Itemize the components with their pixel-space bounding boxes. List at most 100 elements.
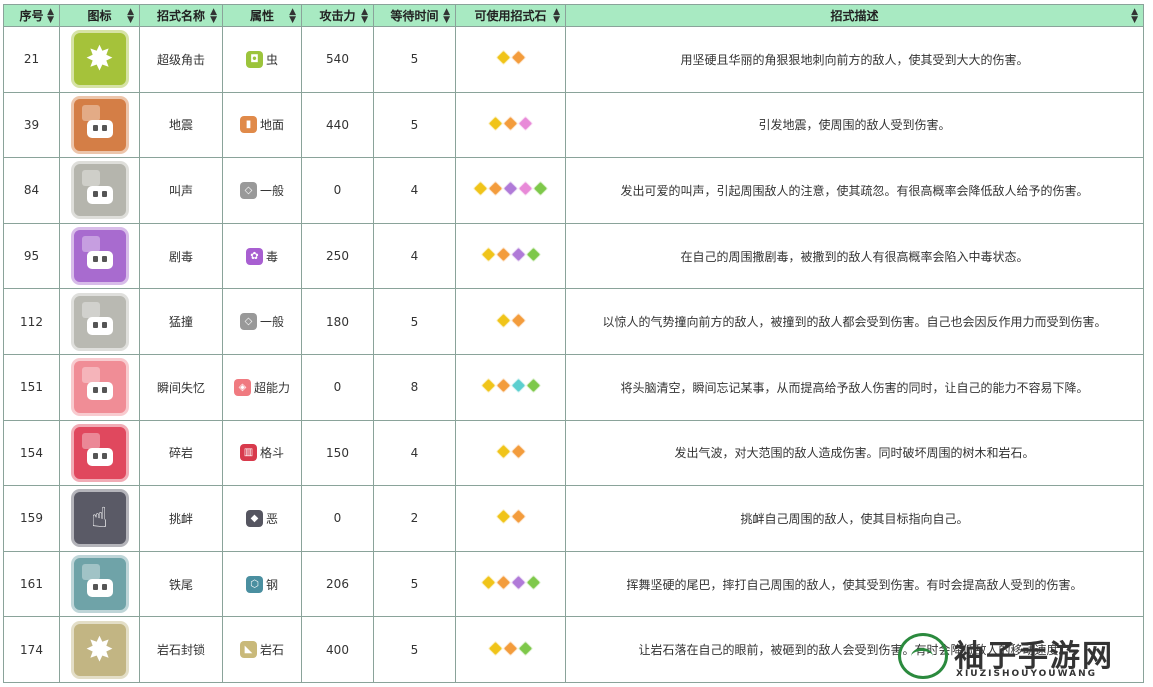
cell-icon [59, 419, 140, 487]
cell-desc: 将头脑清空，瞬间忘记某事，从而提高给予敌人伤害的同时，让自己的能力不容易下降。 [565, 353, 1144, 421]
type-label: 虫 [265, 52, 278, 67]
cell-wait: 4 [373, 157, 456, 224]
cell-wait: 5 [373, 26, 456, 93]
steel-type-icon: ⬡ [245, 575, 263, 593]
sort-icon[interactable]: ▲ ▼ [361, 8, 368, 25]
ground-type-icon: ▮ [239, 116, 257, 134]
cell-power: 540 [301, 26, 374, 93]
cell-no: 161 [3, 550, 60, 618]
move-name-link[interactable]: 岩石封锁 [139, 616, 223, 683]
move-stone-icon [472, 181, 489, 197]
move-name-link[interactable]: 剧毒 [139, 222, 223, 290]
dark-type-icon: ◆ [245, 509, 263, 527]
type-label: 恶 [265, 511, 278, 526]
move-stone-icon [495, 443, 511, 460]
header-power[interactable]: 攻击力 ▲ ▼ [301, 4, 374, 27]
fighting-type-icon: ▥ [239, 444, 257, 462]
cell-stones [455, 616, 566, 683]
move-name-link[interactable]: 叫声 [139, 157, 223, 224]
cell-icon [59, 91, 140, 159]
cell-stones [455, 419, 566, 487]
header-stones[interactable]: 可使用招式石 ▲ ▼ [455, 4, 566, 27]
cell-type: ◇ 一般 [222, 288, 302, 355]
sort-icon[interactable]: ▲ ▼ [127, 8, 134, 25]
sort-icon[interactable]: ▲ ▼ [47, 8, 54, 25]
sort-icon[interactable]: ▲ ▼ [1131, 8, 1138, 25]
earthquake-robot-icon [70, 95, 129, 154]
move-stone-icon [525, 246, 541, 263]
table-row: 159 ☝ 挑衅 ◆ 恶 0 2 挑衅自己周围的敌人，使其目标指向自己。 [3, 485, 1144, 552]
cell-stones [455, 222, 566, 290]
sort-icon[interactable]: ▲ ▼ [289, 8, 296, 25]
cell-wait: 5 [373, 550, 456, 618]
type-label: 钢 [265, 577, 278, 592]
cell-type: ⬡ 钢 [222, 550, 302, 618]
header-type[interactable]: 属性 ▲ ▼ [222, 4, 302, 27]
move-stone-icon [517, 115, 534, 132]
move-stone-icon [495, 50, 511, 66]
type-label: 格斗 [259, 446, 284, 461]
cell-no: 151 [3, 353, 60, 421]
sort-icon[interactable]: ▲ ▼ [443, 8, 450, 25]
move-name-link[interactable]: 猛撞 [139, 288, 223, 355]
shrimp-logo-icon [898, 633, 948, 679]
cell-icon [59, 353, 140, 421]
move-name-link[interactable]: 碎岩 [139, 419, 223, 487]
cell-power: 180 [301, 288, 374, 355]
move-stone-icon [510, 312, 526, 328]
cell-power: 0 [301, 157, 374, 224]
amnesia-robot-icon [70, 358, 129, 417]
header-wait[interactable]: 等待时间 ▲ ▼ [373, 4, 456, 27]
tackle-robot-icon [70, 292, 129, 351]
cell-icon [59, 157, 140, 224]
bug-type-icon: ◘ [245, 50, 263, 68]
header-desc[interactable]: 招式描述 ▲ ▼ [565, 4, 1144, 27]
cell-no: 39 [3, 91, 60, 159]
sort-icon[interactable]: ▲ ▼ [553, 8, 560, 25]
table-row: 84 叫声 ◇ 一般 0 4 发出可爱的叫声，引起周围敌人的注意，使其疏忽。有很高概率会降低… [3, 157, 1144, 224]
growl-robot-icon [70, 161, 129, 220]
table-row: 112 猛撞 ◇ 一般 180 5 以惊人的气势撞向前方的敌人，被撞到的敌人都会受到伤害。自… [3, 288, 1144, 355]
cell-stones [455, 288, 566, 355]
cell-power: 0 [301, 353, 374, 421]
header-no[interactable]: 序号 ▲ ▼ [3, 4, 60, 27]
watermark-subtitle: XIUZISHOUYOUWANG [956, 669, 1098, 679]
move-name-link[interactable]: 挑衅 [139, 485, 223, 552]
table-row: 151 瞬间失忆 ◈ 超能力 0 8 将头脑清空，瞬间忘记某事，从而提高给予敌人伤害的同时，… [3, 353, 1144, 421]
move-stone-icon [532, 181, 549, 197]
move-name-link[interactable]: 超级角击 [139, 26, 223, 93]
cell-icon [59, 550, 140, 618]
rock-tomb-burst-icon: ✸ [70, 620, 129, 679]
cell-icon [59, 288, 140, 355]
move-name-link[interactable]: 地震 [139, 91, 223, 159]
table-row: 95 剧毒 ✿ 毒 250 4 在自己的周围撒剧毒，被撒到的敌人有很高概率会陷入中毒状态。 [3, 222, 1144, 290]
move-name-link[interactable]: 瞬间失忆 [139, 353, 223, 421]
cell-power: 0 [301, 485, 374, 552]
move-stone-icon [480, 246, 496, 263]
spiky-burst-icon: ✸ [70, 30, 129, 89]
header-name[interactable]: 招式名称 ▲ ▼ [139, 4, 223, 27]
cell-power: 206 [301, 550, 374, 618]
move-stone-icon [525, 574, 541, 591]
cell-power: 400 [301, 616, 374, 683]
move-stone-icon [495, 377, 511, 394]
type-label: 岩石 [259, 643, 284, 658]
header-icon[interactable]: 图标 ▲ ▼ [59, 4, 140, 27]
cell-no: 21 [3, 26, 60, 93]
cell-wait: 2 [373, 485, 456, 552]
cell-desc: 发出气波，对大范围的敌人造成伤害。同时破坏周围的树木和岩石。 [565, 419, 1144, 487]
cell-wait: 4 [373, 419, 456, 487]
cell-stones [455, 157, 566, 224]
cell-power: 440 [301, 91, 374, 159]
cell-wait: 5 [373, 288, 456, 355]
sort-icon[interactable]: ▲ ▼ [210, 8, 217, 25]
type-label: 一般 [259, 183, 284, 198]
cell-stones [455, 485, 566, 552]
cell-desc: 发出可爱的叫声，引起周围敌人的注意，使其疏忽。有很高概率会降低敌人给予的伤害。 [565, 157, 1144, 224]
move-name-link[interactable]: 铁尾 [139, 550, 223, 618]
move-stone-icon [510, 509, 526, 525]
cell-no: 159 [3, 485, 60, 552]
table-row: 21 ✸ 超级角击 ◘ 虫 540 5 用坚硬且华丽的角狠狠地刺向前方的敌人，使其受到大大的伤… [3, 26, 1144, 93]
cell-icon: ✸ [59, 616, 140, 683]
cell-wait: 5 [373, 616, 456, 683]
